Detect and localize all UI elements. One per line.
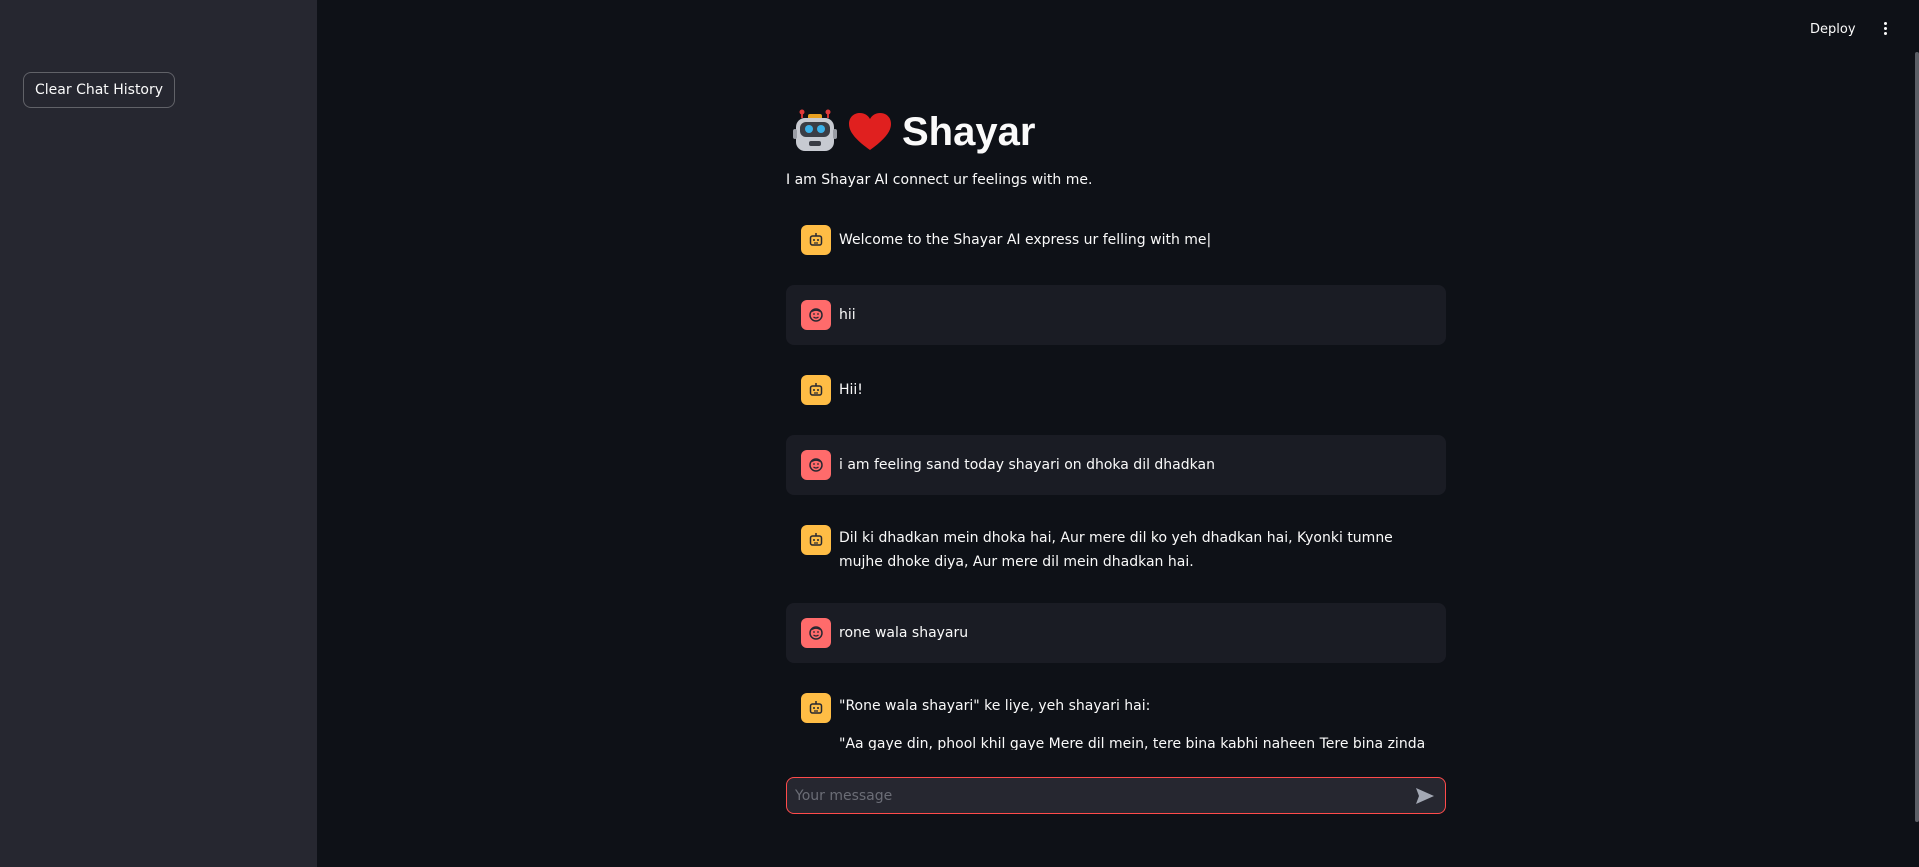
assistant-avatar — [801, 525, 831, 555]
robot-icon — [793, 109, 837, 151]
assistant-avatar — [801, 375, 831, 405]
user-avatar — [801, 450, 831, 480]
assistant-avatar — [801, 225, 831, 255]
chat-message-assistant: "Rone wala shayari" ke liye, yeh shayari… — [786, 690, 1446, 750]
face-icon — [809, 626, 823, 640]
user-avatar — [801, 300, 831, 330]
face-icon — [809, 308, 823, 322]
chat-message-assistant: Welcome to the Shayar AI express ur fell… — [786, 220, 1446, 260]
scrollbar[interactable] — [1915, 52, 1919, 822]
deploy-button[interactable]: Deploy — [1810, 22, 1856, 37]
message-input[interactable] — [787, 778, 1403, 813]
subtitle: I am Shayar AI connect ur feelings with … — [786, 172, 1093, 188]
bot-icon — [809, 701, 823, 714]
message-text: i am feeling sand today shayari on dhoka… — [839, 457, 1215, 473]
message-text: Dil ki dhadkan mein dhoka hai, Aur mere … — [839, 530, 1393, 570]
chat-input — [786, 777, 1446, 814]
face-icon — [809, 458, 823, 472]
message-text: hii — [839, 307, 856, 323]
sidebar: Clear Chat History — [0, 0, 317, 867]
message-text-continued: "Aa gaye din, phool khil gaye Mere dil m… — [839, 736, 1426, 750]
assistant-avatar — [801, 693, 831, 723]
bot-icon — [809, 383, 823, 396]
clear-chat-history-button[interactable]: Clear Chat History — [23, 72, 176, 108]
chat-message-user: i am feeling sand today shayari on dhoka… — [786, 435, 1446, 495]
user-avatar — [801, 618, 831, 648]
chat-message-assistant: Dil ki dhadkan mein dhoka hai, Aur mere … — [786, 520, 1446, 580]
message-text: Hii! — [839, 382, 863, 398]
message-text: rone wala shayaru — [839, 625, 969, 641]
chat-message-user: rone wala shayaru — [786, 603, 1446, 663]
chat-message-user: hii — [786, 285, 1446, 345]
title-text: Shayar — [902, 109, 1036, 154]
more-vertical-icon[interactable] — [1880, 20, 1890, 42]
chat-message-assistant: Hii! — [786, 370, 1446, 410]
bot-icon — [809, 533, 823, 546]
page-title: Shayar — [792, 108, 1035, 156]
bot-icon — [809, 233, 823, 246]
message-text: "Rone wala shayari" ke liye, yeh shayari… — [839, 698, 1151, 714]
heart-icon — [849, 113, 891, 150]
send-icon[interactable] — [1415, 787, 1435, 805]
main-content: Shayar I am Shayar AI connect ur feeling… — [786, 0, 1446, 867]
message-text: Welcome to the Shayar AI express ur fell… — [839, 232, 1212, 248]
